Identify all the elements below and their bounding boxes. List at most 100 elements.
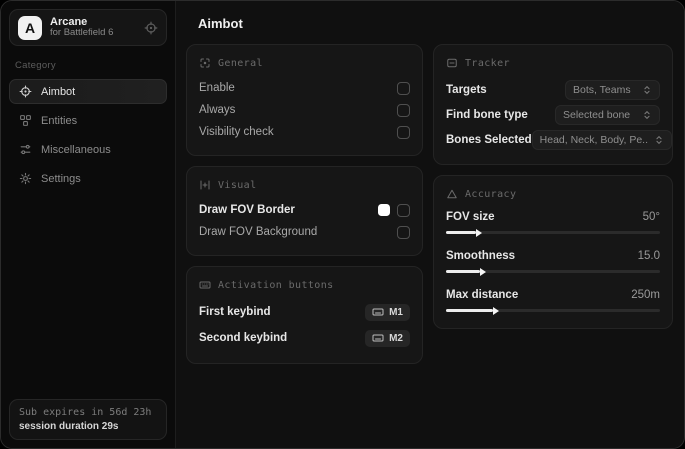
keybind-label: Second keybind [199,332,288,344]
slider-label: Smoothness [446,250,516,262]
find-bone-type-select[interactable]: Selected bone [555,104,660,125]
chevrons-up-down-icon [642,85,652,95]
keyboard-icon [372,332,384,344]
card-title: Tracker [465,57,510,69]
smoothness-slider[interactable] [446,265,660,276]
keybind-label: First keybind [199,306,271,318]
keybind-row: Second keybind M2 [199,325,410,351]
sub-expiry-text: Sub expires in 56d 23h [19,407,152,418]
activation-card-header: Activation buttons [199,279,410,291]
sidebar-item-label: Settings [41,172,81,185]
slider-row: Max distance 250m [446,286,660,315]
always-checkbox[interactable] [397,103,410,117]
scan-icon [446,57,458,69]
fov-border-color-swatch[interactable] [378,204,390,216]
select-value: Bots, Teams [573,83,631,96]
slider-value: 50° [642,211,660,223]
slider-thumb[interactable] [475,228,482,237]
select-label: Targets [446,83,487,96]
triangle-icon [446,188,458,200]
second-keybind-button[interactable]: M2 [365,329,410,347]
enable-checkbox[interactable] [397,81,410,95]
draw-fov-border-checkbox[interactable] [397,203,410,217]
keybind-value: M1 [389,306,403,318]
tracker-card: Tracker Targets Bots, Teams Find bone ty… [433,44,673,165]
slider-value: 250m [631,289,660,301]
activation-card: Activation buttons First keybind M1 Seco… [186,266,423,364]
focus-icon [199,57,211,69]
select-label: Bones Selected [446,133,532,146]
category-label: Category [15,60,56,71]
card-title: General [218,57,263,69]
fov-frame-icon [199,179,211,191]
select-row: Targets Bots, Teams [446,77,660,102]
gear-icon [19,172,32,185]
sidebar-item-aimbot[interactable]: Aimbot [9,79,167,104]
select-value: Selected bone [563,108,631,121]
toggle-row: Draw FOV Background [199,221,410,243]
chevrons-up-down-icon [642,110,652,120]
select-row: Bones Selected Head, Neck, Body, Pe... [446,127,672,152]
main-content: Aimbot General Enable Always Visibility … [176,1,684,448]
slider-label: Max distance [446,289,519,301]
app-window: A Arcane for Battlefield 6 Category Aimb… [0,0,685,449]
toggle-row: Always [199,99,410,121]
toggle-label: Visibility check [199,126,274,138]
toggle-label: Enable [199,82,235,94]
slider-row: Smoothness 15.0 [446,247,660,276]
slider-thumb[interactable] [493,306,500,315]
visual-card-header: Visual [199,179,410,191]
session-duration-text: session duration 29s [19,420,119,432]
app-subtitle: for Battlefield 6 [50,27,114,39]
toggle-label: Draw FOV Border [199,204,295,216]
card-title: Activation buttons [218,279,334,291]
card-title: Visual [218,179,257,191]
slider-label: FOV size [446,211,495,223]
sidebar-item-settings[interactable]: Settings [9,166,167,191]
keyboard-icon [199,279,211,291]
subscription-card: Sub expires in 56d 23h session duration … [9,399,167,440]
sidebar-item-label: Aimbot [41,85,76,98]
general-card: General Enable Always Visibility check [186,44,423,156]
left-column: General Enable Always Visibility check V… [186,44,423,374]
visibility-check-checkbox[interactable] [397,125,410,139]
bones-selected-select[interactable]: Head, Neck, Body, Pe... [531,129,672,150]
toggle-label: Always [199,104,236,116]
select-value: Head, Neck, Body, Pe... [539,133,648,146]
toggle-label: Draw FOV Background [199,226,318,238]
keybind-row: First keybind M1 [199,299,410,325]
keyboard-icon [372,306,384,318]
entities-icon [19,114,32,127]
crosshair-icon [19,85,32,98]
app-title-block: Arcane for Battlefield 6 [50,16,136,40]
logo-card: A Arcane for Battlefield 6 [9,9,167,46]
slider-thumb[interactable] [480,267,487,276]
keybind-value: M2 [389,332,403,344]
fov-size-slider[interactable] [446,226,660,237]
accuracy-card-header: Accuracy [446,188,660,200]
first-keybind-button[interactable]: M1 [365,303,410,321]
visual-card: Visual Draw FOV Border Draw FOV Backgrou… [186,166,423,256]
toggle-row: Draw FOV Border [199,199,410,221]
general-card-header: General [199,57,410,69]
max-distance-slider[interactable] [446,304,660,315]
sliders-icon [19,143,32,156]
select-label: Find bone type [446,108,528,121]
sidebar-item-entities[interactable]: Entities [9,108,167,133]
page-title: Aimbot [198,16,243,31]
accuracy-card: Accuracy FOV size 50° Smoothness 15.0 Ma… [433,175,673,329]
chevrons-up-down-icon [654,135,664,145]
sidebar-item-miscellaneous[interactable]: Miscellaneous [9,137,167,162]
sidebar-item-label: Entities [41,114,78,127]
draw-fov-background-checkbox[interactable] [397,225,410,239]
slider-value: 15.0 [637,250,660,262]
card-title: Accuracy [465,188,517,200]
crosshair-icon[interactable] [144,21,158,35]
targets-select[interactable]: Bots, Teams [565,79,660,100]
app-logo: A [18,15,42,40]
select-row: Find bone type Selected bone [446,102,660,127]
sidebar: A Arcane for Battlefield 6 Category Aimb… [1,1,176,448]
toggle-row: Enable [199,77,410,99]
tracker-card-header: Tracker [446,57,660,69]
